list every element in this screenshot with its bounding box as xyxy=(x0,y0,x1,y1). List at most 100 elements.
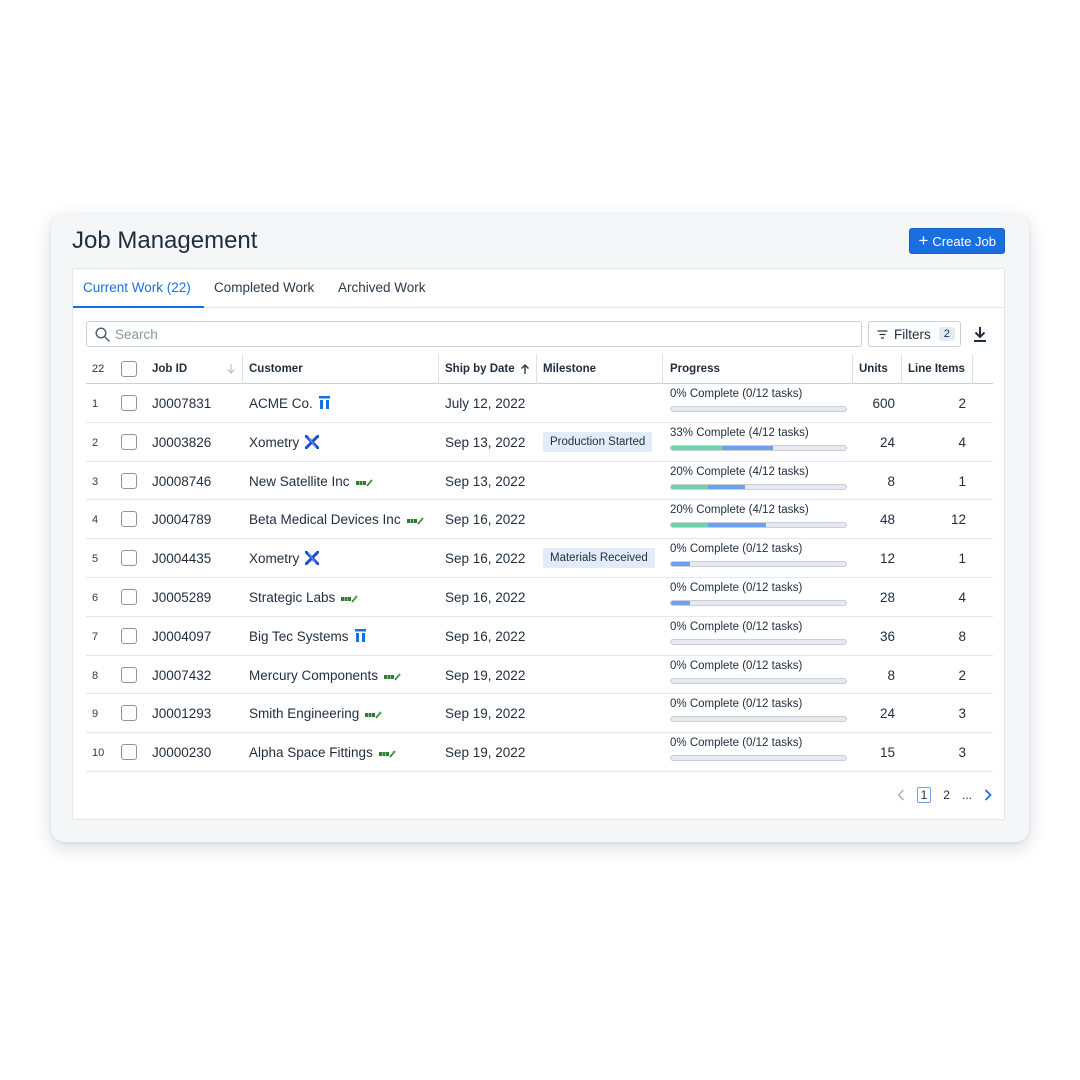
row-number: 2 xyxy=(92,436,99,449)
customer-name[interactable]: Beta Medical Devices Inc xyxy=(249,512,401,527)
pillar-icon xyxy=(318,396,330,412)
row-checkbox[interactable] xyxy=(121,588,137,605)
next-page-icon[interactable] xyxy=(984,789,992,801)
search-icon xyxy=(95,327,110,342)
row-checkbox[interactable] xyxy=(121,744,137,761)
page-1[interactable]: 1 xyxy=(916,787,932,803)
filters-button[interactable]: Filters 2 xyxy=(868,321,961,347)
customer-name[interactable]: Mercury Components xyxy=(249,668,378,683)
customer-name[interactable]: Strategic Labs xyxy=(249,590,335,605)
header-ship-by-date[interactable]: Ship by Date xyxy=(445,363,515,375)
tab-current-work[interactable]: Current Work (22) xyxy=(83,280,191,295)
line-items: 2 xyxy=(958,396,966,411)
sort-down-icon[interactable] xyxy=(226,363,236,375)
tab-archived-work[interactable]: Archived Work xyxy=(338,280,426,295)
column-divider xyxy=(972,354,973,384)
table-row[interactable]: 4 J0004789 Beta Medical Devices Inc Sep 16,… xyxy=(86,500,993,540)
customer-name[interactable]: Xometry xyxy=(249,551,299,566)
table-body: 1 J0007831 ACME Co. July 12, 2022 0% Complet… xyxy=(86,384,993,772)
progress-bar xyxy=(670,599,847,606)
progress-segment-green xyxy=(671,445,722,450)
email-icon xyxy=(406,513,424,528)
header-progress[interactable]: Progress xyxy=(670,363,720,375)
page-2[interactable]: 2 xyxy=(943,788,950,802)
row-number: 7 xyxy=(92,630,99,643)
header-line-items[interactable]: Line Items xyxy=(908,363,965,375)
customer-name[interactable]: ACME Co. xyxy=(249,396,313,411)
row-checkbox[interactable] xyxy=(121,511,137,528)
row-checkbox[interactable] xyxy=(121,705,137,722)
line-items: 1 xyxy=(958,473,966,489)
customer-name[interactable]: Xometry xyxy=(249,435,299,450)
row-checkbox[interactable] xyxy=(121,627,137,644)
progress-label: 33% Complete (4/12 tasks) xyxy=(670,426,809,439)
total-count: 22 xyxy=(92,363,105,375)
progress-bar xyxy=(670,522,847,529)
job-id[interactable]: J0004789 xyxy=(152,512,211,527)
table-row[interactable]: 8 J0007432 Mercury Components Sep 19, 2022 0… xyxy=(86,656,993,695)
customer-name[interactable]: New Satellite Inc xyxy=(249,474,350,489)
filter-icon xyxy=(877,329,888,339)
email-icon xyxy=(378,746,396,761)
customer-name[interactable]: Big Tec Systems xyxy=(249,629,349,644)
header-milestone[interactable]: Milestone xyxy=(543,363,596,375)
ship-by-date: Sep 16, 2022 xyxy=(445,512,526,528)
line-items: 1 xyxy=(958,551,966,567)
create-job-button[interactable]: + Create Job xyxy=(909,228,1005,254)
table-row[interactable]: 7 J0004097 Big Tec Systems Sep 16, 2022 0% C… xyxy=(86,617,993,656)
header-job-id[interactable]: Job ID xyxy=(152,363,187,375)
tab-completed-work[interactable]: Completed Work xyxy=(214,280,314,295)
select-all-checkbox[interactable] xyxy=(121,361,137,377)
progress-label: 0% Complete (0/12 tasks) xyxy=(670,737,803,750)
row-checkbox[interactable] xyxy=(121,395,137,411)
row-number: 6 xyxy=(92,591,99,604)
progress-bar xyxy=(670,483,847,490)
row-number: 1 xyxy=(92,398,99,410)
page-ellipsis[interactable]: ... xyxy=(962,788,972,802)
column-divider xyxy=(536,354,537,384)
row-checkbox[interactable] xyxy=(121,666,137,683)
customer-name[interactable]: Smith Engineering xyxy=(249,706,359,721)
table-row[interactable]: 5 J0004435 Xometry Sep 16, 2022 Materials Re… xyxy=(86,539,993,578)
job-id[interactable]: J0003826 xyxy=(152,435,211,450)
header-units[interactable]: Units xyxy=(859,363,888,375)
row-checkbox[interactable] xyxy=(121,433,137,450)
search-input[interactable] xyxy=(115,324,845,344)
units: 8 xyxy=(887,667,895,683)
sort-up-icon[interactable] xyxy=(520,363,530,375)
job-id[interactable]: J0004435 xyxy=(152,551,211,566)
units: 15 xyxy=(879,745,895,761)
job-id[interactable]: J0000230 xyxy=(152,745,211,760)
prev-page-icon[interactable] xyxy=(897,789,905,801)
job-id[interactable]: J0008746 xyxy=(152,474,211,489)
job-id[interactable]: J0004097 xyxy=(152,629,211,644)
job-id[interactable]: J0001293 xyxy=(152,706,211,721)
table-row[interactable]: 2 J0003826 Xometry Sep 13, 2022 Production S… xyxy=(86,423,993,462)
progress-label: 0% Complete (0/12 tasks) xyxy=(670,620,803,633)
table-row[interactable]: 9 J0001293 Smith Engineering Sep 19, 2022 0%… xyxy=(86,694,993,734)
table-row[interactable]: 1 J0007831 ACME Co. July 12, 2022 0% Complet… xyxy=(86,384,993,423)
line-items: 12 xyxy=(950,512,966,528)
progress-bar xyxy=(670,638,847,645)
ship-by-date: Sep 19, 2022 xyxy=(445,667,526,683)
table-row[interactable]: 10 J0000230 Alpha Space Fittings Sep 19, 20… xyxy=(86,733,993,772)
column-divider xyxy=(438,354,439,384)
column-divider xyxy=(901,354,902,384)
ship-by-date: Sep 13, 2022 xyxy=(445,473,526,489)
progress-bar xyxy=(670,561,847,568)
table-row[interactable]: 6 J0005289 Strategic Labs Sep 16, 2022 0% Co… xyxy=(86,578,993,617)
column-divider xyxy=(242,354,243,384)
download-icon[interactable] xyxy=(971,325,989,343)
job-id[interactable]: J0007432 xyxy=(152,668,211,683)
row-checkbox[interactable] xyxy=(121,550,137,567)
progress-label: 20% Complete (4/12 tasks) xyxy=(670,504,809,517)
job-id[interactable]: J0005289 xyxy=(152,590,211,605)
table-row[interactable]: 3 J0008746 New Satellite Inc Sep 13, 2022 20… xyxy=(86,462,993,501)
customer-name[interactable]: Alpha Space Fittings xyxy=(249,745,373,760)
job-id[interactable]: J0007831 xyxy=(152,396,211,411)
units: 48 xyxy=(879,512,895,528)
row-number: 10 xyxy=(92,747,105,760)
row-checkbox[interactable] xyxy=(121,472,137,489)
ship-by-date: Sep 13, 2022 xyxy=(445,434,526,450)
header-customer[interactable]: Customer xyxy=(249,363,303,375)
